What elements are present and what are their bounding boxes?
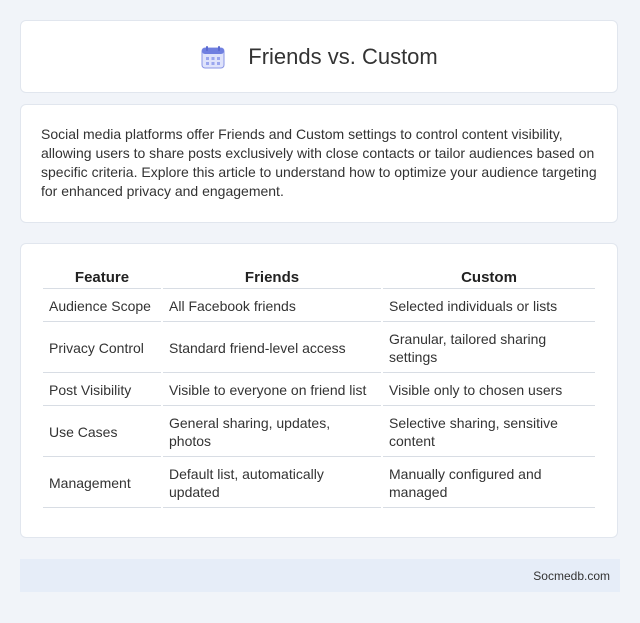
table-cell: Privacy Control bbox=[43, 324, 161, 373]
intro-card: Social media platforms offer Friends and… bbox=[20, 104, 618, 223]
calendar-icon bbox=[200, 44, 226, 70]
table-cell: Manually configured and managed bbox=[383, 459, 595, 508]
table-cell: Default list, automatically updated bbox=[163, 459, 381, 508]
header-feature: Feature bbox=[43, 266, 161, 289]
page-title: Friends vs. Custom bbox=[248, 43, 438, 69]
footer: Socmedb.com bbox=[20, 559, 620, 592]
table-header-row: Feature Friends Custom bbox=[43, 266, 595, 289]
table-row: Management Default list, automatically u… bbox=[43, 459, 595, 508]
table-cell: Audience Scope bbox=[43, 291, 161, 322]
table-row: Post Visibility Visible to everyone on f… bbox=[43, 375, 595, 406]
table-cell: Standard friend-level access bbox=[163, 324, 381, 373]
table-row: Audience Scope All Facebook friends Sele… bbox=[43, 291, 595, 322]
table-cell: Granular, tailored sharing settings bbox=[383, 324, 595, 373]
table-cell: All Facebook friends bbox=[163, 291, 381, 322]
table-cell: Use Cases bbox=[43, 408, 161, 457]
table-cell: Post Visibility bbox=[43, 375, 161, 406]
table-cell: General sharing, updates, photos bbox=[163, 408, 381, 457]
table-cell: Selected individuals or lists bbox=[383, 291, 595, 322]
table-cell: Visible to everyone on friend list bbox=[163, 375, 381, 406]
footer-site-name: Socmedb.com bbox=[533, 568, 610, 583]
title-card: Friends vs. Custom bbox=[20, 20, 618, 93]
table-cell: Selective sharing, sensitive content bbox=[383, 408, 595, 457]
header-custom: Custom bbox=[383, 266, 595, 289]
table-cell: Management bbox=[43, 459, 161, 508]
comparison-table: Feature Friends Custom Audience Scope Al… bbox=[41, 264, 597, 510]
intro-text: Social media platforms offer Friends and… bbox=[41, 126, 597, 199]
table-row: Use Cases General sharing, updates, phot… bbox=[43, 408, 595, 457]
table-cell: Visible only to chosen users bbox=[383, 375, 595, 406]
header-friends: Friends bbox=[163, 266, 381, 289]
table-row: Privacy Control Standard friend-level ac… bbox=[43, 324, 595, 373]
comparison-card: Feature Friends Custom Audience Scope Al… bbox=[20, 243, 618, 538]
